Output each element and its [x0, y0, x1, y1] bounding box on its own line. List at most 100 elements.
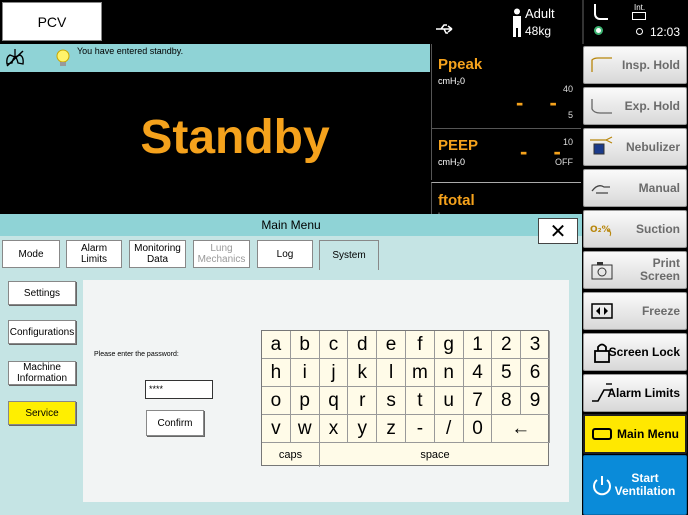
mode-indicator[interactable]: PCV [2, 2, 102, 41]
suction-icon: O₂% [590, 225, 612, 237]
settings-button[interactable]: Settings [8, 281, 76, 305]
patient-info[interactable]: Adult 48kg [510, 4, 580, 40]
key[interactable]: f [406, 331, 435, 359]
key[interactable]: l [377, 359, 406, 387]
key[interactable]: 2 [492, 331, 522, 359]
nebulizer-icon [590, 136, 613, 155]
key[interactable]: t [406, 387, 435, 415]
key[interactable]: 4 [463, 359, 493, 387]
key[interactable]: 3 [521, 331, 550, 359]
tab-monitoring-data[interactable]: Monitoring Data [129, 240, 186, 268]
print-screen-button[interactable]: Print Screen [583, 251, 687, 289]
key[interactable]: ← [492, 415, 550, 443]
param-unit: cmH₂0 [438, 157, 465, 167]
key[interactable]: e [377, 331, 406, 359]
key[interactable]: q [319, 387, 349, 415]
tab-system[interactable]: System [319, 240, 379, 270]
key[interactable]: j [319, 359, 349, 387]
key[interactable]: / [434, 415, 464, 443]
button-label: Start Ventilation [614, 471, 676, 498]
key[interactable]: 0 [463, 415, 493, 443]
key[interactable]: d [348, 331, 378, 359]
key[interactable]: v [262, 415, 291, 443]
manual-button[interactable]: Manual [583, 169, 687, 207]
key[interactable]: p [290, 387, 320, 415]
button-label: Main Menu [617, 426, 679, 441]
key[interactable]: z [377, 415, 406, 443]
key[interactable]: x [319, 415, 349, 443]
param-unit: cmH₂0 [438, 76, 465, 86]
suction-button[interactable]: O₂% Suction [583, 210, 687, 248]
key[interactable]: a [262, 331, 291, 359]
screen-lock-button[interactable]: Screen Lock [583, 333, 687, 371]
close-menu-button[interactable]: ✕ [538, 218, 578, 244]
key[interactable]: b [290, 331, 320, 359]
key[interactable]: r [348, 387, 378, 415]
service-button[interactable]: Service [8, 401, 76, 425]
tab-log[interactable]: Log [257, 240, 313, 268]
tab-mode[interactable]: Mode [2, 240, 60, 268]
param-low-limit: OFF [555, 157, 573, 167]
key[interactable]: 5 [492, 359, 522, 387]
exp-hold-button[interactable]: Exp. Hold [583, 87, 687, 125]
key[interactable]: 8 [492, 387, 522, 415]
main-menu-icon [592, 428, 612, 440]
alarm-message: You have entered standby. [77, 46, 184, 56]
param-value: - - [516, 90, 567, 115]
password-label: Please enter the password: [94, 351, 179, 358]
key[interactable]: c [319, 331, 349, 359]
key[interactable]: - [406, 415, 435, 443]
key[interactable]: w [290, 415, 320, 443]
exp-hold-icon [591, 99, 612, 114]
button-label: Exp. Hold [624, 98, 680, 113]
param-low-limit: 5 [567, 110, 573, 120]
param-ftotal[interactable]: ftotal bpm [431, 182, 581, 221]
adult-patient-icon [513, 8, 521, 37]
freeze-button[interactable]: Freeze [583, 292, 687, 330]
key-caps[interactable]: caps [262, 443, 320, 467]
alarm-limits-button[interactable]: Alarm Limits [583, 374, 687, 412]
button-label: Manual [638, 180, 680, 195]
key[interactable]: m [406, 359, 435, 387]
button-label: Nebulizer [625, 139, 680, 154]
insp-hold-icon [591, 57, 612, 72]
tab-alarm-limits[interactable]: Alarm Limits [66, 240, 122, 268]
insp-hold-button[interactable]: Insp. Hold [583, 46, 687, 84]
param-peep[interactable]: PEEP cmH₂0 10 - - OFF [431, 128, 581, 180]
key[interactable]: s [377, 387, 406, 415]
configurations-button[interactable]: Configurations [8, 320, 76, 344]
confirm-button[interactable]: Confirm [146, 410, 204, 436]
battery-indicator [636, 28, 643, 35]
machine-information-button[interactable]: Machine Information [8, 361, 76, 385]
svg-text:O₂%: O₂% [590, 225, 611, 235]
key-space[interactable]: space [320, 443, 550, 467]
key[interactable]: h [262, 359, 291, 387]
button-label: Alarm Limits [607, 385, 680, 400]
alarm-message-bar[interactable]: You have entered standby. [0, 44, 430, 72]
key[interactable]: g [434, 331, 464, 359]
key[interactable]: 1 [463, 331, 493, 359]
key[interactable]: n [434, 359, 464, 387]
main-menu-button[interactable]: Main Menu [583, 414, 687, 454]
param-ppeak[interactable]: Ppeak cmH₂0 40 - - 5 [431, 44, 581, 128]
key[interactable]: i [290, 359, 320, 387]
key[interactable]: y [348, 415, 378, 443]
manual-breath-icon [591, 185, 610, 194]
key[interactable]: 6 [521, 359, 550, 387]
camera-icon [591, 262, 613, 280]
param-name: PEEP [438, 137, 479, 154]
lightbulb-icon [56, 49, 70, 66]
key[interactable]: 7 [463, 387, 493, 415]
button-label: Freeze [641, 303, 680, 318]
usb-icon [436, 24, 453, 34]
key[interactable]: u [434, 387, 464, 415]
start-ventilation-button[interactable]: Start Ventilation [583, 455, 687, 515]
nebulizer-button[interactable]: Nebulizer [583, 128, 687, 166]
on-screen-keyboard: caps space abcdefg123 hijklmn456 opqrstu78… [261, 330, 550, 467]
password-input[interactable]: **** [145, 380, 213, 399]
key[interactable]: 9 [521, 387, 550, 415]
key[interactable]: o [262, 387, 291, 415]
main-menu-title: Main Menu [0, 214, 582, 236]
key[interactable]: k [348, 359, 378, 387]
ventilator-screen: PCV Adult 48kg Int. 12:03 You have enter… [0, 0, 688, 515]
